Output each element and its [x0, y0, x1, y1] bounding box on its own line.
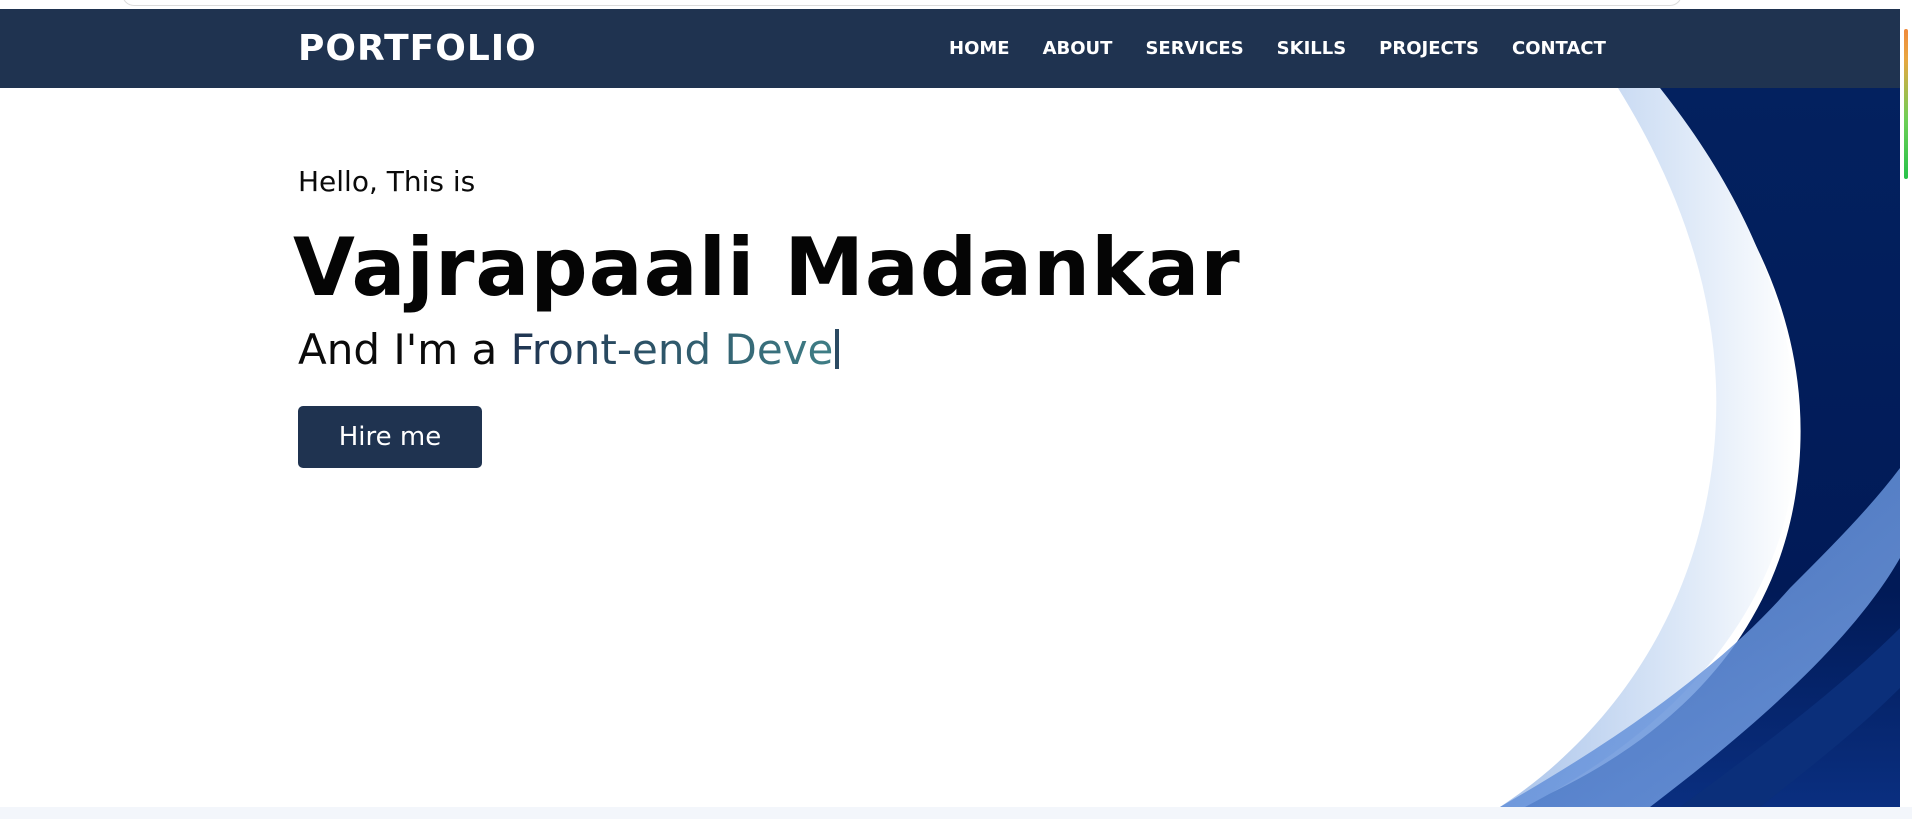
nav-link-skills[interactable]: SKILLS	[1277, 38, 1347, 59]
hero-greeting: Hello, This is	[298, 165, 476, 198]
brand-logo[interactable]: PORTFOLIO	[298, 9, 537, 88]
nav-link-about[interactable]: ABOUT	[1043, 38, 1113, 59]
hero-section: Hello, This is Vajrapaali Madankar And I…	[0, 88, 1900, 807]
hero-role-line: And I'm a Front-end Deve	[298, 325, 840, 374]
navbar: PORTFOLIO HOME ABOUT SERVICES SKILLS PRO…	[0, 9, 1900, 88]
nav-link-home[interactable]: HOME	[949, 38, 1010, 59]
hero-role-typed: Front-end Deve	[510, 325, 834, 374]
hero-role-prefix: And I'm a	[298, 325, 511, 374]
hero-name: Vajrapaali Madankar	[293, 221, 1241, 314]
typing-cursor	[835, 329, 840, 369]
nav-link-contact[interactable]: CONTACT	[1512, 38, 1606, 59]
nav-menu: HOME ABOUT SERVICES SKILLS PROJECTS CONT…	[949, 9, 1606, 88]
nav-link-projects[interactable]: PROJECTS	[1379, 38, 1479, 59]
browser-address-bar-edge	[122, 0, 1682, 6]
scrollbar[interactable]	[1900, 9, 1912, 807]
page-bottom-edge	[0, 807, 1912, 819]
nav-link-services[interactable]: SERVICES	[1145, 38, 1243, 59]
hero-wave-decoration	[1500, 88, 1900, 807]
browser-top-strip	[0, 0, 1912, 9]
scroll-thumb[interactable]	[1904, 29, 1908, 179]
hire-me-button[interactable]: Hire me	[298, 406, 482, 468]
